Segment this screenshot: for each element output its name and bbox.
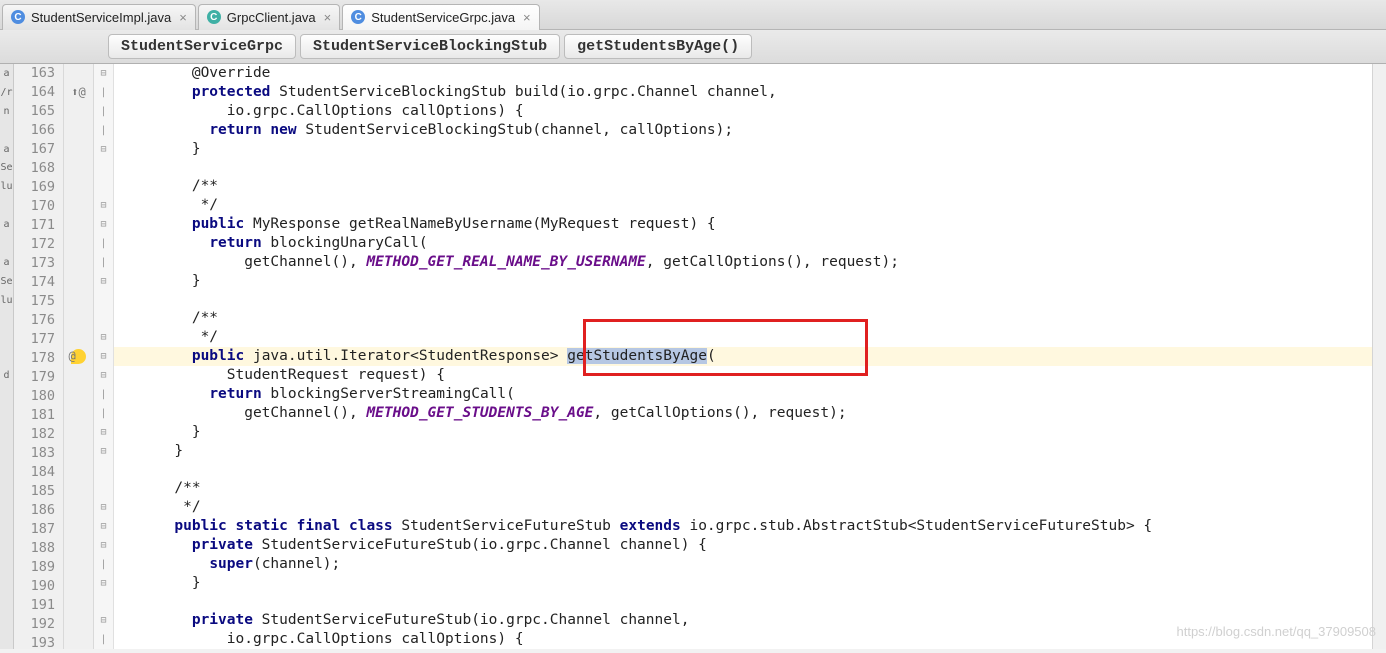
line-number[interactable]: 175 <box>14 292 63 311</box>
line-number[interactable]: 190 <box>14 577 63 596</box>
line-number[interactable]: 192 <box>14 615 63 634</box>
code-line[interactable]: } <box>114 272 1372 291</box>
code-line[interactable] <box>114 461 1372 479</box>
tab-label: StudentServiceImpl.java <box>31 10 171 25</box>
code-line[interactable]: private StudentServiceFutureStub(io.grpc… <box>114 536 1372 555</box>
code-line[interactable]: /** <box>114 177 1372 196</box>
code-viewport[interactable]: @Override protected StudentServiceBlocki… <box>114 64 1372 649</box>
code-line[interactable]: getChannel(), METHOD_GET_REAL_NAME_BY_US… <box>114 253 1372 272</box>
code-line[interactable]: protected StudentServiceBlockingStub bui… <box>114 83 1372 102</box>
code-line[interactable]: */ <box>114 328 1372 347</box>
line-number[interactable]: 179 <box>14 368 63 387</box>
code-line[interactable]: public java.util.Iterator<StudentRespons… <box>114 347 1372 366</box>
code-line[interactable]: */ <box>114 498 1372 517</box>
code-line[interactable]: super(channel); <box>114 555 1372 574</box>
code-line[interactable]: io.grpc.CallOptions callOptions) { <box>114 102 1372 121</box>
vertical-scrollbar[interactable] <box>1372 64 1386 649</box>
close-icon[interactable]: × <box>324 10 332 25</box>
code-line[interactable]: } <box>114 140 1372 159</box>
line-number[interactable]: 167 <box>14 140 63 159</box>
line-number[interactable]: 189 <box>14 558 63 577</box>
code-line[interactable]: getChannel(), METHOD_GET_STUDENTS_BY_AGE… <box>114 404 1372 423</box>
line-number[interactable]: 187 <box>14 520 63 539</box>
line-number[interactable]: 180 <box>14 387 63 406</box>
code-line[interactable]: public static final class StudentService… <box>114 517 1372 536</box>
code-line[interactable]: StudentRequest request) { <box>114 366 1372 385</box>
line-number[interactable]: 164 <box>14 83 63 102</box>
code-line[interactable]: @Override <box>114 64 1372 83</box>
code-line[interactable] <box>114 291 1372 309</box>
line-number[interactable]: 176 <box>14 311 63 330</box>
breadcrumb-item[interactable]: StudentServiceBlockingStub <box>300 34 560 59</box>
line-number[interactable]: 165 <box>14 102 63 121</box>
line-number[interactable]: 183 <box>14 444 63 463</box>
line-number-gutter[interactable]: 1631641651661671681691701711721731741751… <box>14 64 64 649</box>
line-number[interactable]: 185 <box>14 482 63 501</box>
editor-tab[interactable]: C StudentServiceImpl.java × <box>2 4 196 30</box>
tab-label: GrpcClient.java <box>227 10 316 25</box>
breadcrumb-item[interactable]: getStudentsByAge() <box>564 34 752 59</box>
line-number[interactable]: 193 <box>14 634 63 653</box>
file-type-icon: C <box>351 10 365 24</box>
code-line[interactable]: /** <box>114 309 1372 328</box>
code-line[interactable]: } <box>114 423 1372 442</box>
fold-gutter[interactable]: ⊟|||⊟⊟⊟||⊟⊟⊟⊟||⊟⊟⊟⊟⊟|⊟⊟| <box>94 64 114 649</box>
line-number[interactable]: 169 <box>14 178 63 197</box>
line-number[interactable]: 191 <box>14 596 63 615</box>
code-line[interactable]: return blockingServerStreamingCall( <box>114 385 1372 404</box>
close-icon[interactable]: × <box>179 10 187 25</box>
code-line[interactable]: return blockingUnaryCall( <box>114 234 1372 253</box>
line-number[interactable]: 163 <box>14 64 63 83</box>
code-line[interactable]: */ <box>114 196 1372 215</box>
line-number[interactable]: 174 <box>14 273 63 292</box>
left-tool-strip[interactable]: a/rnaSeluaaSelud <box>0 64 14 649</box>
code-line[interactable]: public MyResponse getRealNameByUsername(… <box>114 215 1372 234</box>
line-number[interactable]: 172 <box>14 235 63 254</box>
annotation-gutter[interactable]: ⬆@@ <box>64 64 94 649</box>
line-number[interactable]: 182 <box>14 425 63 444</box>
breadcrumb-item[interactable]: StudentServiceGrpc <box>108 34 296 59</box>
code-line[interactable]: return new StudentServiceBlockingStub(ch… <box>114 121 1372 140</box>
line-number[interactable]: 166 <box>14 121 63 140</box>
line-number[interactable]: 171 <box>14 216 63 235</box>
line-number[interactable]: 184 <box>14 463 63 482</box>
editor-tabs: C StudentServiceImpl.java × C GrpcClient.jav… <box>0 0 1386 30</box>
line-number[interactable]: 188 <box>14 539 63 558</box>
editor-tab[interactable]: C GrpcClient.java × <box>198 4 340 30</box>
close-icon[interactable]: × <box>523 10 531 25</box>
editor-area: a/rnaSeluaaSelud 16316416516616716816917… <box>0 64 1386 649</box>
line-number[interactable]: 181 <box>14 406 63 425</box>
code-line[interactable] <box>114 159 1372 177</box>
watermark-text: https://blog.csdn.net/qq_37909508 <box>1177 624 1377 639</box>
editor-tab[interactable]: C StudentServiceGrpc.java × <box>342 4 539 30</box>
code-line[interactable] <box>114 593 1372 611</box>
code-line[interactable]: } <box>114 442 1372 461</box>
file-type-icon: C <box>11 10 25 24</box>
tab-label: StudentServiceGrpc.java <box>371 10 515 25</box>
file-type-icon: C <box>207 10 221 24</box>
line-number[interactable]: 173 <box>14 254 63 273</box>
breadcrumb-bar: StudentServiceGrpcStudentServiceBlocking… <box>0 30 1386 64</box>
line-number[interactable]: 170 <box>14 197 63 216</box>
line-number[interactable]: 177 <box>14 330 63 349</box>
line-number[interactable]: 168 <box>14 159 63 178</box>
code-line[interactable]: } <box>114 574 1372 593</box>
code-line[interactable]: /** <box>114 479 1372 498</box>
line-number[interactable]: 178 <box>14 349 63 368</box>
line-number[interactable]: 186 <box>14 501 63 520</box>
